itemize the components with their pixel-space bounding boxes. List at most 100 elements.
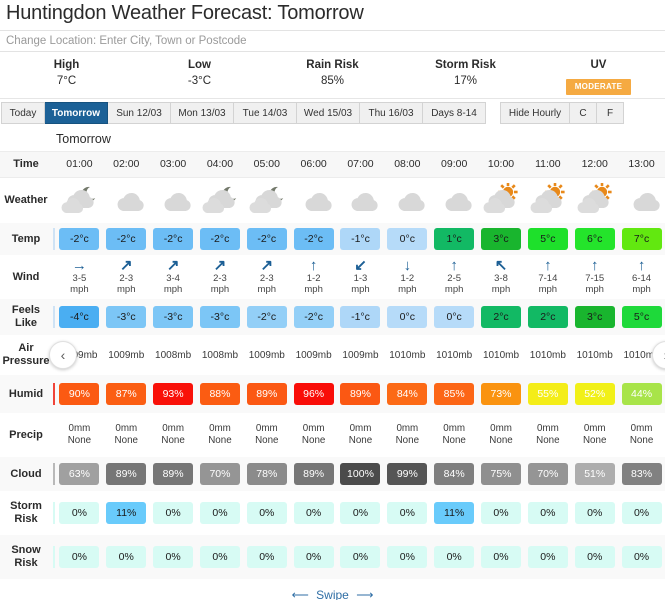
- storm-risk-cell: 0%: [196, 491, 244, 535]
- storm-risk-cell: 0%: [571, 491, 619, 535]
- button-f[interactable]: F: [597, 102, 624, 124]
- storm-risk-cell: 11%: [430, 491, 478, 535]
- feels-like-cell: 2°c: [524, 299, 572, 335]
- cloud-icon: [623, 183, 661, 213]
- tab-today[interactable]: Today: [1, 102, 45, 124]
- cloud-cell: 100%: [337, 457, 384, 491]
- temp-cell: -1°c: [337, 223, 384, 255]
- air-pressure-cell: 1009mb: [337, 335, 384, 375]
- humidity-cell: 55%: [524, 375, 572, 413]
- weather-icon-cell: [618, 177, 665, 223]
- feels-like-row: Feels Like -4°c -3°c -3°c -3°c -2°c -2°c -1°c 0…: [0, 299, 665, 335]
- storm-risk-cell: 0%: [524, 491, 572, 535]
- value-chip: 89%: [106, 463, 147, 485]
- temp-cell: -2°c: [149, 223, 197, 255]
- button-c[interactable]: C: [570, 102, 597, 124]
- value-chip: -2°c: [153, 228, 194, 250]
- value-chip: 0%: [340, 546, 381, 568]
- row-label-feels-like: Feels Like: [0, 299, 52, 335]
- value-chip: 75%: [481, 463, 522, 485]
- value-chip: 5°c: [527, 228, 568, 250]
- row-label-cloud: Cloud: [0, 457, 52, 491]
- temp-cell: -2°c: [102, 223, 150, 255]
- display-control-group: Hide Hourly C F: [500, 102, 624, 124]
- time-cell: 02:00: [102, 150, 150, 178]
- precip-value: 0mm None: [208, 423, 232, 446]
- temp-cell: 3°c: [477, 223, 525, 255]
- precip-cell: 0mm None: [618, 413, 665, 457]
- summary-cell-rain-risk: Rain Risk 85%: [266, 58, 399, 98]
- wind-direction-arrow-icon: ↙: [354, 257, 367, 275]
- summary-label: Low: [188, 59, 211, 71]
- air-pressure-value: 1009mb: [108, 350, 145, 361]
- wind-speed-label: 7-15 mph: [585, 273, 605, 295]
- cloud-cell: 70%: [524, 457, 572, 491]
- storm-risk-cell: 0%: [383, 491, 431, 535]
- value-chip: 3°c: [574, 306, 615, 328]
- cloud-sun-icon: [576, 182, 614, 214]
- row-label-weather: Weather: [0, 177, 52, 223]
- time-cell: 07:00: [337, 150, 384, 178]
- storm-risk-cell: 0%: [618, 491, 665, 535]
- precip-cell: 0mm None: [56, 413, 103, 457]
- summary-value: 85%: [320, 74, 345, 87]
- value-chip: 5°c: [621, 306, 662, 328]
- day-heading-spacer: [0, 127, 52, 151]
- feels-like-cell: 3°c: [571, 299, 619, 335]
- time-cell: 04:00: [196, 150, 244, 178]
- wind-direction-arrow-icon: ↑: [450, 257, 458, 275]
- value-chip: -2°c: [246, 306, 287, 328]
- value-chip: -2°c: [293, 306, 334, 328]
- air-pressure-cell: 1010mb: [571, 335, 619, 375]
- button-hide-hourly[interactable]: Hide Hourly: [500, 102, 570, 124]
- value-chip: -1°c: [340, 228, 381, 250]
- row-label-humid: Humid: [0, 375, 52, 413]
- wind-speed-label: 2-3 mph: [117, 273, 136, 295]
- weather-icon-cell: [430, 177, 478, 223]
- air-pressure-cell: 1008mb: [149, 335, 197, 375]
- tab-mon-13-03[interactable]: Mon 13/03: [171, 102, 234, 124]
- value-chip: -2°c: [293, 228, 334, 250]
- tab-sun-12-03[interactable]: Sun 12/03: [108, 102, 171, 124]
- time-cell: 12:00: [571, 150, 619, 178]
- precip-value: 0mm None: [629, 423, 654, 446]
- tab-days-8-14[interactable]: Days 8-14: [423, 102, 486, 124]
- summary-cell-storm-risk: Storm Risk 17%: [399, 58, 532, 98]
- weather-icon-cell: [337, 177, 384, 223]
- summary-label: Rain Risk: [306, 59, 359, 71]
- wind-cell: ↗ 2-3 mph: [196, 255, 244, 299]
- tab-wed-15-03[interactable]: Wed 15/03: [297, 102, 360, 124]
- tab-thu-16-03[interactable]: Thu 16/03: [360, 102, 423, 124]
- tab-tomorrow[interactable]: Tomorrow: [45, 102, 108, 124]
- humidity-cell: 90%: [56, 375, 103, 413]
- feels-like-cell: 2°c: [477, 299, 525, 335]
- humidity-cell: 89%: [243, 375, 291, 413]
- air-pressure-cell: 1010mb: [430, 335, 478, 375]
- wind-speed-label: 2-3 mph: [257, 273, 277, 295]
- feels-like-cell: -3°c: [102, 299, 150, 335]
- snow-risk-cell: 0%: [571, 535, 619, 579]
- value-chip: 0%: [153, 502, 194, 524]
- location-search-bar[interactable]: [0, 30, 665, 52]
- value-chip: -1°c: [340, 306, 381, 328]
- snow-risk-cell: 0%: [243, 535, 291, 579]
- precip-cell: 0mm None: [243, 413, 291, 457]
- humidity-cell: 93%: [149, 375, 197, 413]
- storm-risk-cell: 0%: [290, 491, 338, 535]
- tab-tue-14-03[interactable]: Tue 14/03: [234, 102, 297, 124]
- air-pressure-value: 1010mb: [389, 350, 426, 361]
- scroll-left-button[interactable]: ‹: [49, 341, 77, 369]
- precip-row: Precip 0mm None 0mm None 0mm None 0mm None 0mm No…: [0, 413, 665, 457]
- cloud-moon-icon: [248, 183, 286, 214]
- cloud-icon: [341, 183, 379, 213]
- location-search-input[interactable]: [0, 35, 665, 47]
- precip-cell: 0mm None: [149, 413, 197, 457]
- weather-row: Weather: [0, 177, 665, 223]
- cloud-sun-icon: [529, 182, 567, 214]
- wind-direction-arrow-icon: ↓: [403, 257, 412, 275]
- wind-direction-arrow-icon: ↑: [590, 257, 599, 275]
- precip-cell: 0mm None: [430, 413, 478, 457]
- time-cell: 10:00: [477, 150, 525, 178]
- summary-value: -3°C: [187, 74, 212, 87]
- cloud-cell: 89%: [290, 457, 338, 491]
